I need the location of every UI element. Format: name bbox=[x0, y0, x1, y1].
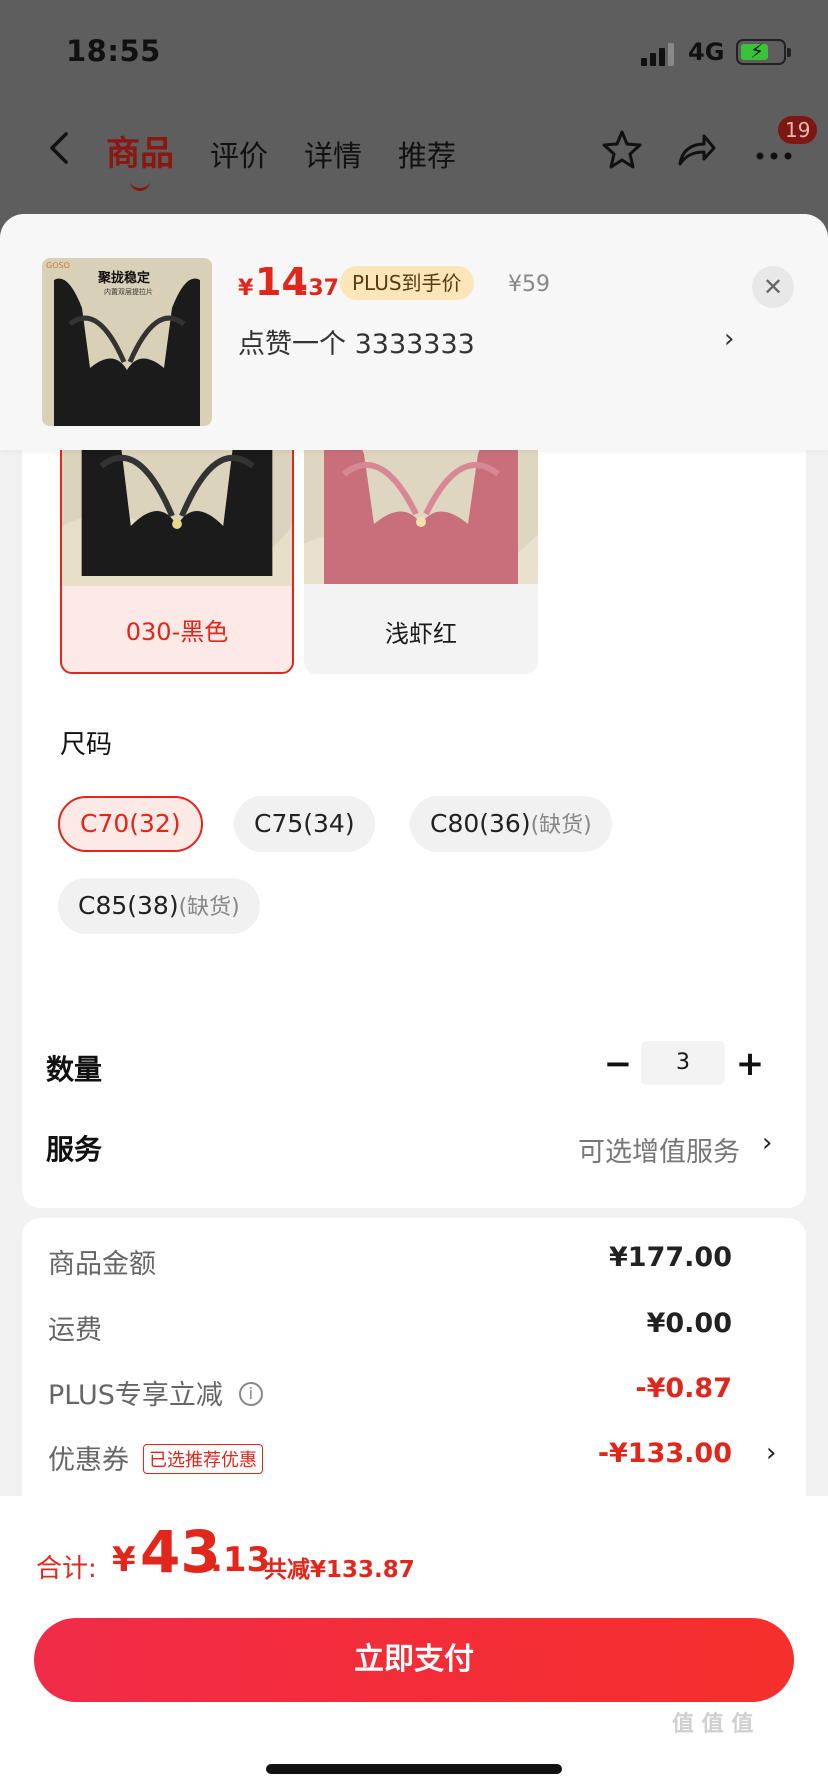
price-currency: ¥ bbox=[238, 276, 254, 301]
checkout-bar: 合计: ¥ 43 .13 共减¥133.87 立即支付 值 值 值 bbox=[0, 1496, 828, 1792]
active-tab-indicator bbox=[130, 181, 150, 191]
chevron-right-icon[interactable]: › bbox=[724, 324, 734, 354]
color-label: 030-黑色 bbox=[125, 618, 229, 646]
goods-amount: ¥177.00 bbox=[609, 1242, 732, 1273]
plus-discount: -¥0.87 bbox=[635, 1373, 732, 1404]
watermark: 值 值 值 bbox=[672, 1712, 754, 1737]
svg-text:内置双层提拉片: 内置双层提拉片 bbox=[104, 287, 153, 296]
fee-row-shipping: 运费 ¥0.00 bbox=[48, 1308, 732, 1346]
total-saving: 共减¥133.87 bbox=[264, 1557, 415, 1583]
quantity-stepper: − 3 + bbox=[600, 1041, 780, 1087]
shipping-address[interactable]: 点赞一个 3333333 bbox=[238, 322, 475, 361]
tab-details[interactable]: 详情 bbox=[304, 133, 362, 175]
color-label: 浅虾红 bbox=[385, 620, 457, 648]
quantity-value[interactable]: 3 bbox=[641, 1041, 725, 1085]
tab-reviews[interactable]: 评价 bbox=[210, 133, 268, 175]
total-integer: 43 bbox=[140, 1518, 221, 1586]
back-icon[interactable] bbox=[40, 128, 80, 168]
original-price: ¥59 bbox=[508, 272, 550, 297]
message-badge: 19 bbox=[778, 116, 818, 144]
out-of-stock-note: (缺货) bbox=[530, 813, 592, 838]
tab-product[interactable]: 商品 bbox=[106, 126, 174, 191]
pay-now-button[interactable]: 立即支付 bbox=[34, 1618, 794, 1702]
fee-card: 商品金额 ¥177.00 运费 ¥0.00 PLUS专享立减 i -¥0.87 优… bbox=[22, 1218, 806, 1518]
chevron-right-icon[interactable]: › bbox=[762, 1128, 772, 1158]
size-option-c85[interactable]: C85(38)(缺货) bbox=[58, 878, 260, 934]
out-of-stock-note: (缺货) bbox=[178, 895, 240, 920]
network-type: 4G bbox=[688, 38, 725, 66]
size-option-c75[interactable]: C75(34) bbox=[234, 796, 375, 852]
quantity-label: 数量 bbox=[46, 1053, 103, 1086]
share-icon[interactable] bbox=[674, 128, 718, 172]
close-button[interactable]: ✕ bbox=[752, 266, 794, 308]
tab-recommend[interactable]: 推荐 bbox=[398, 133, 456, 175]
top-nav: 商品 评价 详情 推荐 bbox=[0, 100, 828, 200]
fee-row-goods: 商品金额 ¥177.00 bbox=[48, 1242, 732, 1280]
increase-button[interactable]: + bbox=[732, 1041, 768, 1087]
service-label: 服务 bbox=[46, 1133, 103, 1166]
info-icon[interactable]: i bbox=[238, 1381, 263, 1406]
total-decimal: .13 bbox=[210, 1540, 271, 1580]
coupon-discount: -¥133.00 bbox=[597, 1438, 732, 1469]
decrease-button[interactable]: − bbox=[600, 1041, 636, 1087]
total-currency: ¥ bbox=[112, 1540, 136, 1580]
status-bar: 18:55 4G ⚡ bbox=[0, 0, 828, 100]
battery-icon: ⚡ bbox=[736, 39, 791, 65]
nav-tabs: 商品 评价 详情 推荐 bbox=[106, 126, 456, 191]
product-image: GOSO 聚拢稳定 内置双层提拉片 bbox=[42, 258, 212, 426]
status-time: 18:55 bbox=[66, 34, 161, 68]
signal-icon bbox=[641, 42, 675, 66]
chevron-right-icon[interactable]: › bbox=[766, 1438, 776, 1468]
plus-price-badge: PLUS到手价 bbox=[340, 266, 474, 300]
fee-row-plus: PLUS专享立减 i -¥0.87 bbox=[48, 1373, 732, 1411]
size-title: 尺码 bbox=[60, 730, 113, 760]
size-option-c70[interactable]: C70(32) bbox=[58, 796, 203, 852]
size-option-c80[interactable]: C80(36)(缺货) bbox=[410, 796, 612, 852]
star-icon[interactable] bbox=[600, 128, 644, 172]
shipping-amount: ¥0.00 bbox=[646, 1308, 732, 1339]
price-decimal: .37 bbox=[300, 276, 339, 301]
home-indicator bbox=[266, 1764, 562, 1774]
sku-sheet: GOSO 聚拢稳定 内置双层提拉片 030-黑色 聚拢稳定 内置双层提拉片 浅虾… bbox=[0, 214, 828, 1792]
svg-text:GOSO: GOSO bbox=[46, 261, 70, 270]
svg-text:聚拢稳定: 聚拢稳定 bbox=[97, 270, 150, 286]
coupon-tag: 已选推荐优惠 bbox=[143, 1443, 263, 1474]
service-value[interactable]: 可选增值服务 bbox=[578, 1130, 740, 1169]
sku-header: GOSO 聚拢稳定 内置双层提拉片 ¥ 14 .37 PLUS到手价 ¥59 ✕… bbox=[0, 214, 828, 450]
total-label: 合计: bbox=[36, 1554, 97, 1584]
fee-row-coupon[interactable]: 优惠券 已选推荐优惠 -¥133.00 › bbox=[48, 1438, 776, 1478]
